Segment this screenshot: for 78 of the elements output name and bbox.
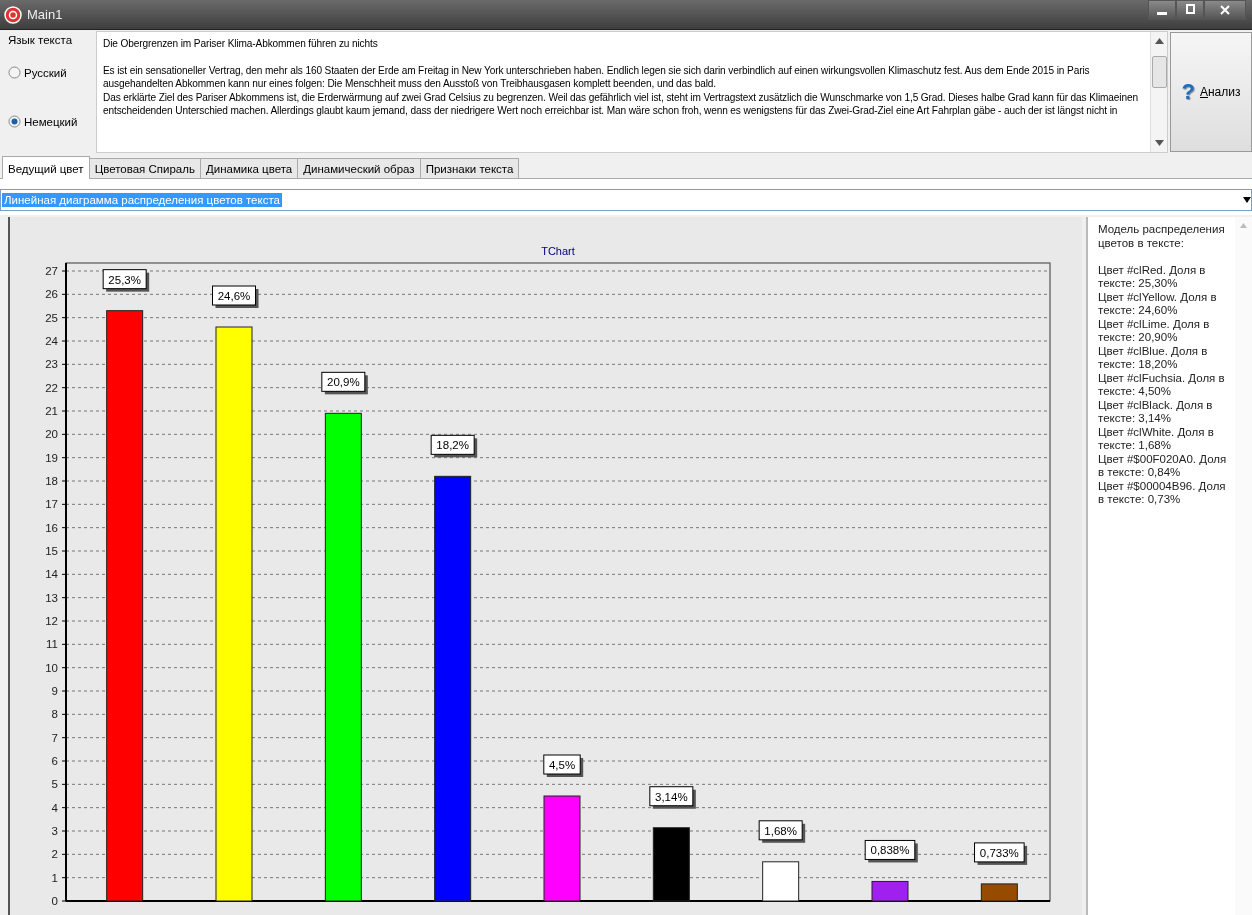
axis-tick-label: 4	[51, 801, 58, 814]
tab[interactable]: Ведущий цвет	[2, 156, 90, 179]
axis-tick-label: 26	[45, 288, 58, 301]
app-icon	[4, 5, 22, 24]
value-label: 24,6%	[212, 285, 259, 308]
close-icon[interactable]	[1219, 4, 1231, 16]
text-memo[interactable]	[96, 31, 1168, 153]
scrollbar[interactable]	[1150, 32, 1167, 152]
axis-tick-label: 8	[51, 708, 58, 721]
axis-tick-label: 17	[45, 498, 58, 511]
memo-line: Цвет #$00004B96. Доля в тексте: 0,73%	[1098, 479, 1227, 507]
tab[interactable]: Динамический образ	[297, 158, 421, 178]
axis-tick-label: 2	[51, 848, 58, 861]
window-title: Main1	[27, 7, 64, 22]
axis-tick-label: 19	[45, 451, 58, 464]
radio-label[interactable]: Немецкий	[24, 115, 78, 128]
scroll-down-icon[interactable]	[1154, 140, 1164, 146]
text-line: entscheidenden Unterschied machen. Allerdings glaubt kaum jemand, dass der niedrigere Wert noch erreichbar ist. Man wäre schon froh, wenn es wenigstens für das Zwei-Grad-Ziel eine Art Fahrplan gäbe - auch der ist längst nicht in	[103, 104, 1119, 118]
analyze-button[interactable]: ? Анализ	[1170, 32, 1252, 152]
memo-line: Цвет #clYellow. Доля в тексте: 24,60%	[1098, 290, 1218, 318]
value-label: 1,68%	[758, 820, 806, 843]
value-label: 0,838%	[864, 839, 918, 863]
axis-tick-label: 13	[45, 591, 58, 604]
help-icon: ?	[1181, 79, 1195, 105]
close-button[interactable]	[1204, 0, 1246, 20]
value-label: 18,2%	[430, 434, 478, 458]
maximize-button[interactable]	[1176, 0, 1204, 20]
memo-heading: Модель распределения цветов в тексте:	[1098, 223, 1226, 250]
group-label: Язык текста	[8, 34, 74, 46]
model-memo[interactable]	[1086, 217, 1252, 915]
scroll-up-icon[interactable]	[1154, 38, 1164, 44]
axis-tick-label: 14	[45, 568, 58, 581]
memo-line: Цвет #clBlue. Доля в тексте: 18,20%	[1098, 344, 1209, 372]
minimize-button[interactable]	[1148, 0, 1176, 20]
axis-tick-label: 7	[51, 731, 58, 744]
tab[interactable]: Цветовая Спираль	[88, 158, 201, 178]
axis-tick-label: 22	[45, 381, 58, 394]
axis-tick-label: 11	[46, 638, 58, 651]
radio-button[interactable]	[8, 66, 21, 79]
axis-tick-label: 18	[45, 475, 58, 487]
text-heading: Die Obergrenzen im Pariser Klima-Abkommen führen zu nichts	[103, 37, 379, 51]
axis-tick-label: 24	[45, 335, 58, 347]
memo-line: Цвет #clWhite. Доля в тексте: 1,68%	[1098, 425, 1215, 453]
axis-tick-label: 1	[51, 871, 58, 884]
axis-tick-label: 20	[45, 428, 58, 441]
axis-tick-label: 21	[45, 405, 58, 417]
value-label: 25,3%	[102, 269, 150, 292]
axis-tick-label: 10	[45, 661, 58, 674]
value-label: 0,733%	[974, 842, 1028, 865]
radio-label[interactable]: Русский	[24, 66, 67, 79]
chart-title: TChart	[541, 245, 575, 257]
scroll-thumb[interactable]	[1151, 56, 1167, 88]
memo-line: Цвет #clFuchsia. Доля в тексте: 4,50%	[1098, 371, 1226, 399]
axis-tick-label: 3	[51, 825, 58, 837]
tab[interactable]: Динамика цвета	[199, 158, 299, 178]
axis-tick-label: 12	[45, 615, 58, 627]
memo-line: Цвет #clLime. Доля в тексте: 20,90%	[1098, 317, 1211, 345]
axis-tick-label: 16	[45, 521, 58, 534]
value-label: 4,5%	[543, 754, 584, 777]
value-label: 20,9%	[321, 371, 368, 395]
axis-tick-label: 25	[45, 311, 58, 324]
text-line: ausgehandelten Abkommen kann nur eines folgen: Die Menschheit muss den Ausstoß von Treibhausgasen komplett beenden, und das bald.	[103, 77, 717, 91]
memo-line: Цвет #clRed. Доля в тексте: 25,30%	[1098, 263, 1207, 291]
tab[interactable]: Признаки текста	[419, 158, 520, 178]
radio-button[interactable]	[8, 115, 21, 128]
text-line: Das erklärte Ziel des Pariser Abkommens ist, die Erderwärmung auf zwei Grad Celsius zu begrenzen. Weil das gefährlich viel ist, steht im Vertragstext zusätzlich die Wunschmarke von 1,5 Grad. Dieses halbe Grad kann für das Klimaeinen	[103, 90, 1139, 104]
axis-tick-label: 15	[45, 545, 58, 557]
axis-tick-label: 9	[51, 685, 58, 697]
memo-line: Цвет #$00F020A0. Доля в тексте: 0,84%	[1098, 452, 1228, 480]
memo-line: Цвет #clBlack. Доля в тексте: 3,14%	[1098, 398, 1214, 426]
axis-tick-label: 5	[51, 778, 58, 791]
maximize-icon[interactable]	[1184, 4, 1196, 16]
axis-tick-label: 6	[51, 755, 58, 767]
axis-tick-label: 0	[51, 895, 58, 907]
axis-tick-label: 23	[45, 358, 58, 371]
text-line: Es ist ein sensationeller Vertrag, den mehr als 160 Staaten der Erde am Freitag in New York unterschrieben haben. Endlich legen sie sich darin verbindlich auf einen wirkungsvollen Klimaschutz fest. Aus dem Ende 2015 in Paris	[103, 63, 1091, 77]
axis-tick-label: 27	[45, 265, 58, 277]
value-label: 3,14%	[649, 786, 696, 809]
